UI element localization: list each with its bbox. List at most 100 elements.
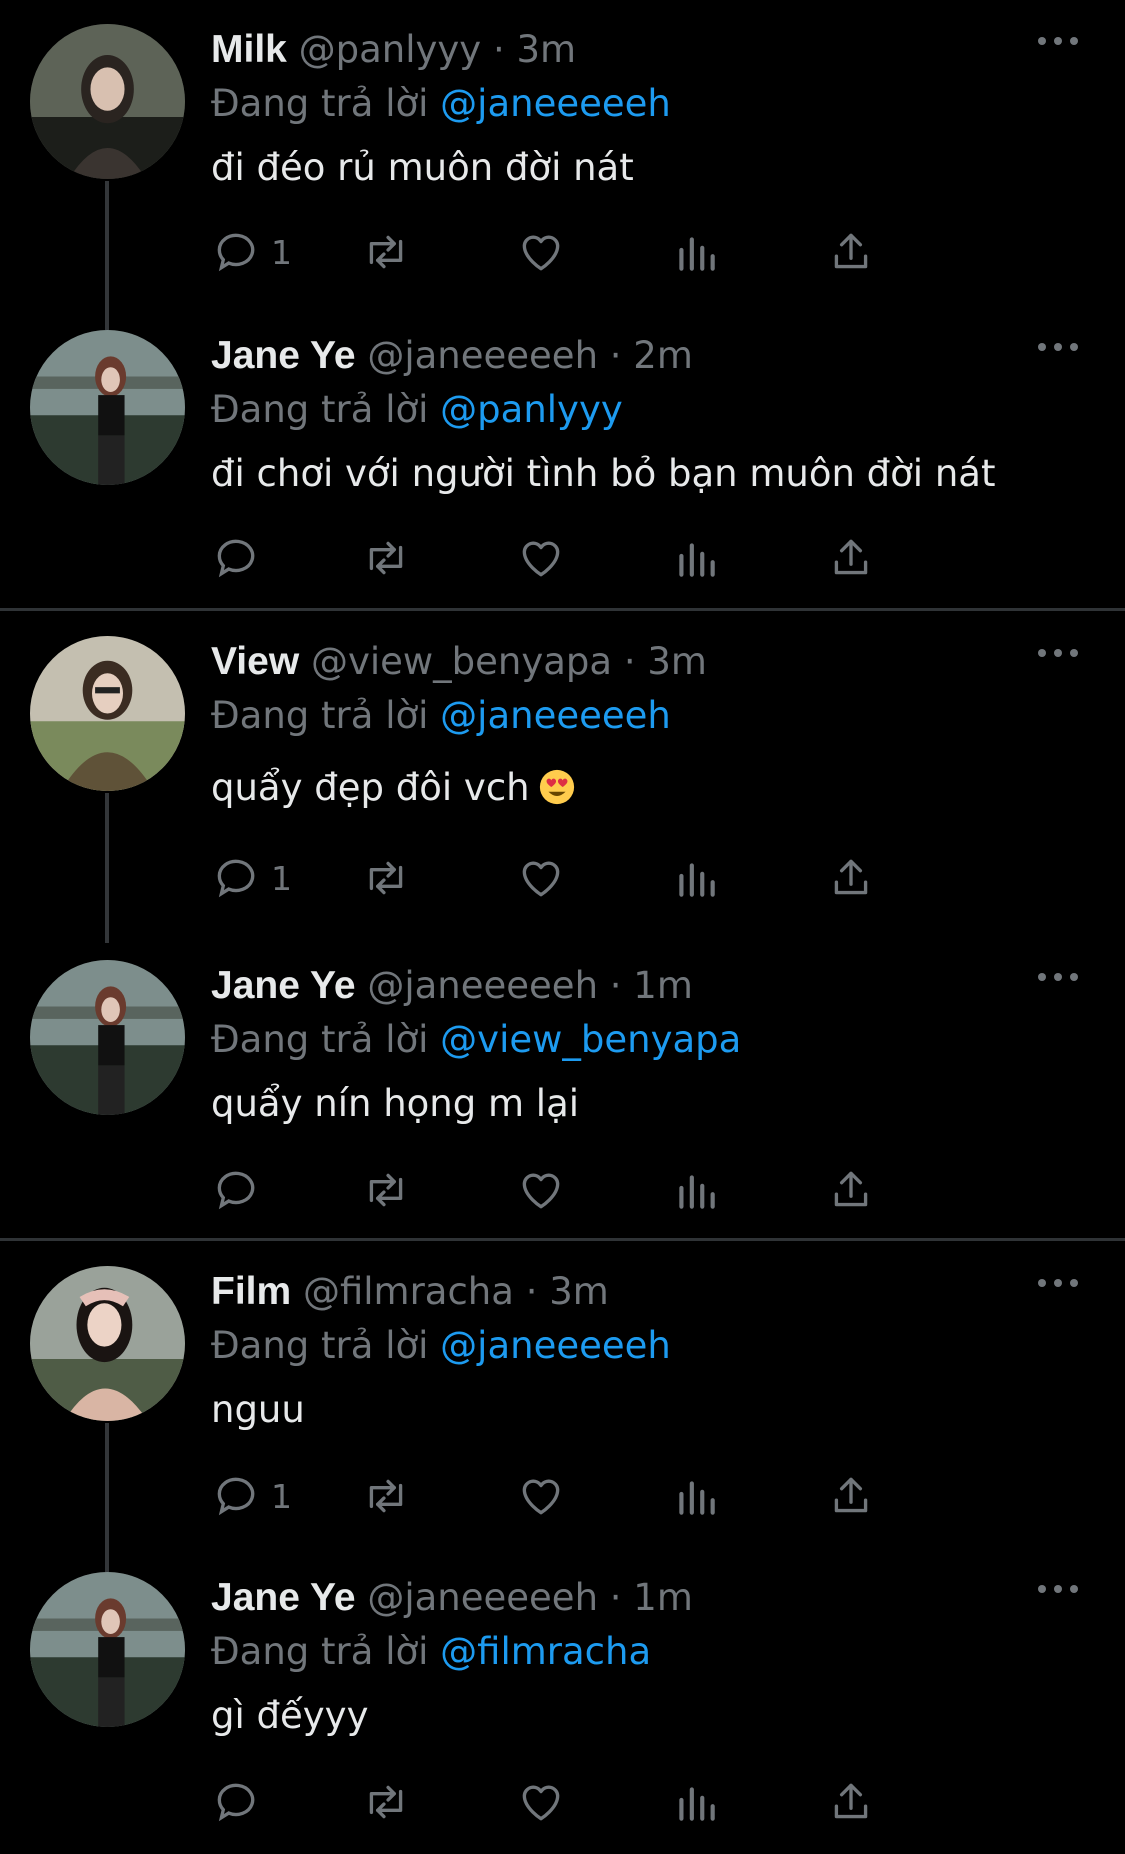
tweet[interactable]: View @view_benyapa · 3m Đang trả lời @ja…	[0, 612, 1125, 943]
handle[interactable]: @janeeeeeh	[367, 334, 598, 377]
retweet-button[interactable]	[361, 528, 411, 588]
share-button[interactable]	[826, 1772, 876, 1832]
retweet-icon	[369, 1785, 403, 1819]
mention-link[interactable]: @filmracha	[440, 1630, 651, 1673]
mention-link[interactable]: @view_benyapa	[440, 1018, 741, 1061]
reply-button[interactable]: 1	[211, 222, 292, 282]
like-icon	[522, 1173, 560, 1209]
display-name[interactable]: View	[211, 640, 299, 683]
like-button[interactable]	[516, 528, 566, 588]
avatar[interactable]	[30, 330, 185, 485]
avatar[interactable]	[30, 960, 185, 1115]
retweet-button[interactable]	[361, 848, 411, 908]
like-button[interactable]	[516, 1160, 566, 1220]
retweet-button[interactable]	[361, 1772, 411, 1832]
views-button[interactable]	[671, 1160, 721, 1220]
share-button[interactable]	[826, 848, 876, 908]
mention-link[interactable]: @janeeeeeh	[440, 694, 671, 737]
tweet-header: Jane Ye @janeeeeeh · 1m	[211, 958, 693, 1014]
reply-button[interactable]: 1	[211, 1466, 292, 1526]
avatar[interactable]	[30, 1572, 185, 1727]
retweet-button[interactable]	[361, 1160, 411, 1220]
tweet-header: View @view_benyapa · 3m	[211, 634, 707, 690]
display-name[interactable]: Film	[211, 1270, 291, 1313]
reply-button[interactable]: 1	[211, 848, 292, 908]
handle[interactable]: @janeeeeeh	[367, 1576, 598, 1619]
like-icon	[522, 235, 560, 271]
avatar[interactable]	[30, 1266, 185, 1421]
share-button[interactable]	[826, 1466, 876, 1526]
tweet-text: nguu	[211, 1388, 305, 1431]
share-button[interactable]	[826, 1160, 876, 1220]
views-button[interactable]	[671, 848, 721, 908]
mention-link[interactable]: @janeeeeeh	[440, 82, 671, 125]
replying-to: Đang trả lời @janeeeeeh	[211, 1318, 671, 1374]
reply-icon	[217, 539, 255, 578]
handle[interactable]: @filmracha	[303, 1270, 514, 1313]
tweet[interactable]: Jane Ye @janeeeeeh · 1m Đang trả lời @fi…	[0, 1548, 1125, 1854]
share-icon	[834, 1477, 868, 1513]
retweet-icon	[369, 541, 403, 575]
more-icon[interactable]	[1036, 26, 1080, 56]
like-button[interactable]	[516, 1466, 566, 1526]
like-icon	[522, 1479, 560, 1515]
tweet[interactable]: Film @filmracha · 3m Đang trả lời @janee…	[0, 1242, 1125, 1573]
conversation-divider	[0, 1238, 1125, 1241]
reply-count: 1	[271, 232, 292, 272]
more-icon[interactable]	[1036, 962, 1080, 992]
reply-button[interactable]	[211, 1772, 271, 1832]
tweet[interactable]: Jane Ye @janeeeeeh · 1m Đang trả lời @vi…	[0, 936, 1125, 1242]
like-button[interactable]	[516, 1772, 566, 1832]
timestamp[interactable]: · 3m	[526, 1270, 609, 1313]
tweet[interactable]: Milk @panlyyy · 3m Đang trả lời @janeeee…	[0, 0, 1125, 331]
views-button[interactable]	[671, 1466, 721, 1526]
display-name[interactable]: Jane Ye	[211, 1576, 356, 1619]
like-button[interactable]	[516, 848, 566, 908]
thread-line	[105, 793, 109, 943]
tweet-text: gì đếyyy	[211, 1694, 369, 1737]
handle[interactable]: @janeeeeeh	[367, 964, 598, 1007]
handle[interactable]: @panlyyy	[299, 28, 482, 71]
timestamp[interactable]: · 3m	[624, 640, 707, 683]
timestamp[interactable]: · 3m	[493, 28, 576, 71]
more-icon[interactable]	[1036, 1574, 1080, 1604]
avatar[interactable]	[30, 636, 185, 791]
reply-icon	[217, 1477, 255, 1516]
views-button[interactable]	[671, 528, 721, 588]
avatar-image	[30, 636, 185, 791]
share-icon	[834, 859, 868, 895]
views-button[interactable]	[671, 1772, 721, 1832]
reply-button[interactable]	[211, 1160, 271, 1220]
retweet-button[interactable]	[361, 1466, 411, 1526]
reply-prefix: Đang trả lời	[211, 82, 429, 125]
views-icon	[679, 1175, 715, 1209]
timestamp[interactable]: · 1m	[610, 964, 693, 1007]
action-bar: 1	[211, 222, 1011, 282]
views-icon	[679, 1787, 715, 1821]
more-icon[interactable]	[1036, 1268, 1080, 1298]
handle[interactable]: @view_benyapa	[311, 640, 612, 683]
views-icon	[679, 1481, 715, 1515]
more-icon[interactable]	[1036, 638, 1080, 668]
tweet-text: quẩy đẹp đôi vch	[211, 766, 530, 809]
more-icon[interactable]	[1036, 332, 1080, 362]
tweet[interactable]: Jane Ye @janeeeeeh · 2m Đang trả lời @pa…	[0, 306, 1125, 612]
mention-link[interactable]: @panlyyy	[440, 388, 623, 431]
views-button[interactable]	[671, 222, 721, 282]
reply-icon	[217, 233, 255, 272]
share-button[interactable]	[826, 222, 876, 282]
reply-button[interactable]	[211, 528, 271, 588]
reply-prefix: Đang trả lời	[211, 1018, 429, 1061]
like-button[interactable]	[516, 222, 566, 282]
share-button[interactable]	[826, 528, 876, 588]
retweet-button[interactable]	[361, 222, 411, 282]
like-icon	[522, 1785, 560, 1821]
timestamp[interactable]: · 1m	[610, 1576, 693, 1619]
tweet-header: Milk @panlyyy · 3m	[211, 22, 576, 78]
avatar[interactable]	[30, 24, 185, 179]
display-name[interactable]: Jane Ye	[211, 964, 356, 1007]
timestamp[interactable]: · 2m	[610, 334, 693, 377]
mention-link[interactable]: @janeeeeeh	[440, 1324, 671, 1367]
display-name[interactable]: Milk	[211, 28, 287, 71]
display-name[interactable]: Jane Ye	[211, 334, 356, 377]
